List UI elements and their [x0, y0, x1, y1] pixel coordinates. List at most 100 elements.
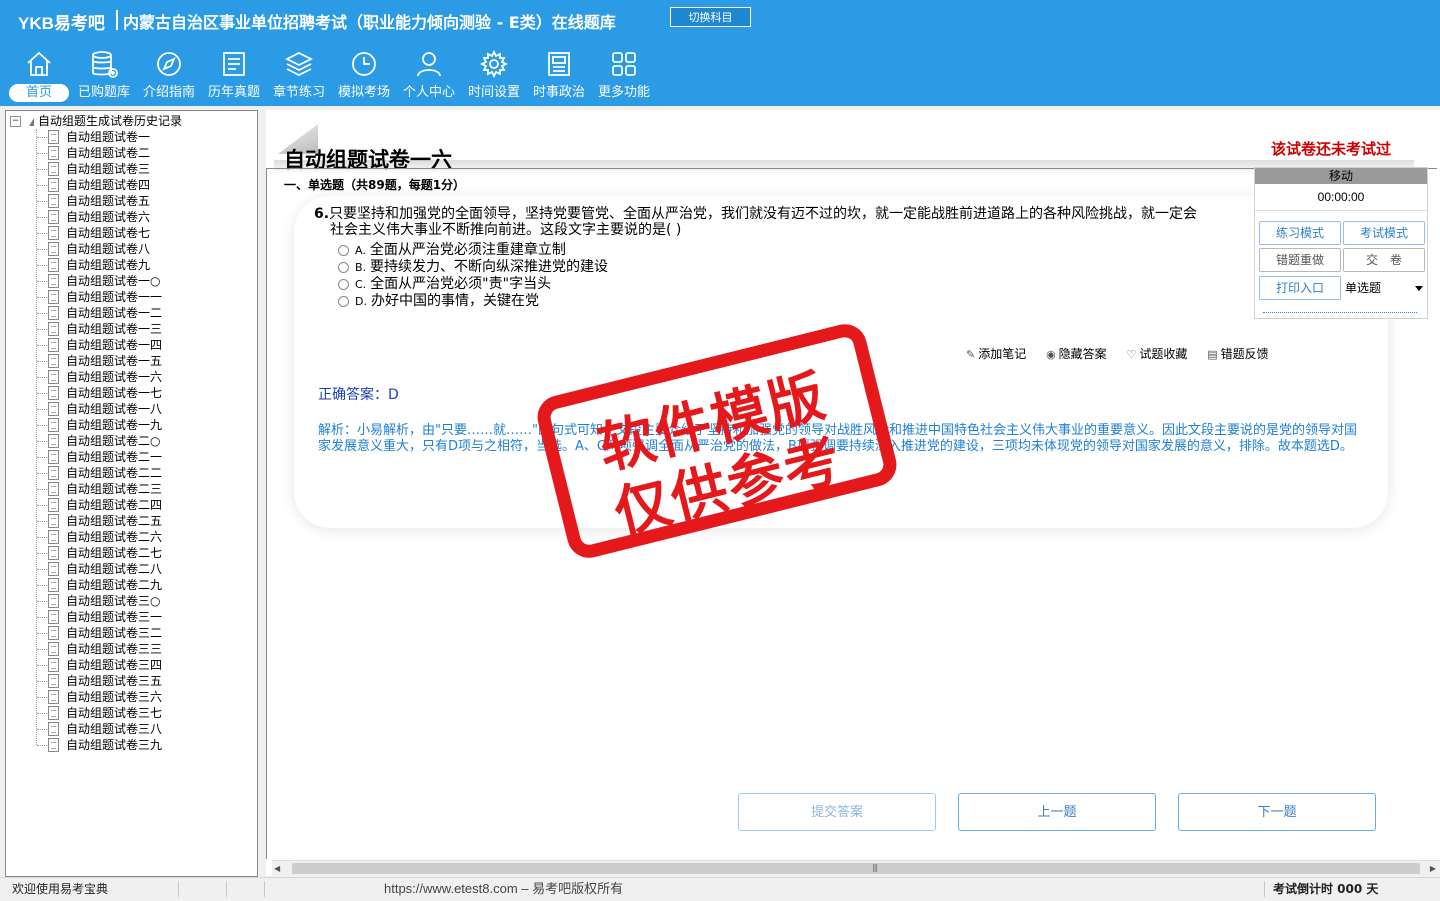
- tree-item[interactable]: 自动组题试卷三二: [6, 625, 162, 641]
- document-icon: [48, 194, 59, 208]
- tree-item[interactable]: 自动组题试卷一四: [6, 337, 162, 353]
- tree-item[interactable]: 自动组题试卷一二: [6, 305, 162, 321]
- radio-icon[interactable]: [338, 295, 349, 307]
- paper-title-bar: 自动组题试卷一六: [274, 124, 1424, 174]
- tree-item[interactable]: 自动组题试卷二六: [6, 529, 162, 545]
- question-type-select[interactable]: 单选题: [1343, 276, 1427, 300]
- tree-item-label: 自动组题试卷三九: [66, 738, 163, 752]
- tree-connector: [37, 217, 47, 218]
- tree-item[interactable]: 自动组题试卷三一: [6, 609, 162, 625]
- nav-time-settings-label: 时间设置: [467, 85, 520, 100]
- tree-item-label: 自动组题试卷三: [66, 162, 151, 176]
- option-c[interactable]: C. 全面从严治党必须"责"字当头: [338, 276, 608, 293]
- tree-item[interactable]: 自动组题试卷二九: [6, 577, 162, 593]
- option-d[interactable]: D. 办好中国的事情，关键在党: [338, 293, 608, 310]
- tree-item[interactable]: 自动组题试卷一八: [6, 401, 162, 417]
- tree-item-label: 自动组题试卷二二: [66, 466, 163, 480]
- hide-answer-button[interactable]: ◉ 隐藏答案: [1046, 347, 1107, 361]
- tree-item-label: 自动组题试卷八: [66, 242, 151, 256]
- tree-item[interactable]: 自动组题试卷一六: [6, 369, 162, 385]
- nav-personal-center[interactable]: 个人中心: [398, 46, 460, 104]
- exam-mode-button[interactable]: 考试模式: [1343, 221, 1425, 245]
- redo-wrong-button[interactable]: 错题重做: [1259, 248, 1341, 272]
- tree-connector: [37, 457, 47, 458]
- practice-mode-button[interactable]: 练习模式: [1259, 221, 1341, 245]
- nav-time-settings[interactable]: 时间设置: [463, 46, 525, 104]
- submit-answer-button[interactable]: 提交答案: [738, 793, 936, 831]
- radio-icon[interactable]: [338, 244, 349, 256]
- nav-current-affairs[interactable]: 时事政治: [528, 46, 590, 104]
- tree-item[interactable]: 自动组题试卷二一: [6, 449, 162, 465]
- report-error-button[interactable]: ▤ 错题反馈: [1207, 347, 1268, 361]
- tree-item[interactable]: 自动组题试卷二二: [6, 465, 162, 481]
- tree-item[interactable]: 自动组题试卷二三: [6, 481, 162, 497]
- tree-item[interactable]: 自动组题试卷三六: [6, 689, 162, 705]
- nav-chapter-practice[interactable]: 章节练习: [268, 46, 330, 104]
- nav-mock-exam[interactable]: 模拟考场: [333, 46, 395, 104]
- tree-item[interactable]: 自动组题试卷二七: [6, 545, 162, 561]
- tree-item[interactable]: 自动组题试卷一: [6, 129, 162, 145]
- tree-item-label: 自动组题试卷二三: [66, 482, 163, 496]
- tree-item[interactable]: 自动组题试卷一○: [6, 273, 162, 289]
- radio-icon[interactable]: [338, 278, 349, 290]
- tree-item[interactable]: 自动组题试卷一七: [6, 385, 162, 401]
- switch-subject-button[interactable]: 切换科目: [670, 7, 751, 27]
- tree-item[interactable]: 自动组题试卷四: [6, 177, 162, 193]
- tree-item[interactable]: 自动组题试卷一五: [6, 353, 162, 369]
- collapse-icon[interactable]: −: [10, 116, 21, 127]
- tree-item[interactable]: 自动组题试卷一九: [6, 417, 162, 433]
- tree-item[interactable]: 自动组题试卷三三: [6, 641, 162, 657]
- tree-item[interactable]: 自动组题试卷五: [6, 193, 162, 209]
- scroll-thumb[interactable]: |||: [292, 863, 1420, 874]
- tree-item[interactable]: 自动组题试卷九: [6, 257, 162, 273]
- document-icon: [48, 738, 59, 752]
- tree-item[interactable]: 自动组题试卷二四: [6, 497, 162, 513]
- tree-item[interactable]: 自动组题试卷三四: [6, 657, 162, 673]
- prev-question-button[interactable]: 上一题: [958, 793, 1156, 831]
- tree-root[interactable]: − 自动组题生成试卷历史记录: [10, 113, 182, 129]
- print-button[interactable]: 打印入口: [1259, 276, 1341, 300]
- radio-icon[interactable]: [338, 261, 349, 273]
- option-b[interactable]: B. 要持续发力、不断向纵深推进党的建设: [338, 259, 608, 276]
- document-icon: [48, 274, 59, 288]
- scroll-right-icon[interactable]: ▶: [1430, 864, 1436, 873]
- tree-item[interactable]: 自动组题试卷一一: [6, 289, 162, 305]
- tree-item-label: 自动组题试卷三六: [66, 690, 163, 704]
- add-note-button[interactable]: ✎ 添加笔记: [966, 347, 1026, 361]
- tree-item[interactable]: 自动组题试卷三五: [6, 673, 162, 689]
- tree-item[interactable]: 自动组题试卷六: [6, 209, 162, 225]
- tree-item[interactable]: 自动组题试卷一三: [6, 321, 162, 337]
- tree-item[interactable]: 自动组题试卷二○: [6, 433, 162, 449]
- app-logo: YKB易考吧: [18, 14, 105, 33]
- document-icon: [48, 674, 59, 688]
- tree-item[interactable]: 自动组题试卷三○: [6, 593, 162, 609]
- document-icon: [48, 338, 59, 352]
- grip-icon: |||: [872, 863, 878, 872]
- tree-connector: [37, 329, 47, 330]
- status-divider: [178, 881, 179, 897]
- horizontal-scrollbar[interactable]: ◀ ||| ▶: [272, 860, 1440, 877]
- hand-in-button[interactable]: 交 卷: [1343, 248, 1425, 272]
- nav-purchased[interactable]: 已购题库: [73, 46, 135, 104]
- tree-item[interactable]: 自动组题试卷三: [6, 161, 162, 177]
- tree-item[interactable]: 自动组题试卷三九: [6, 737, 162, 753]
- compass-icon: [157, 52, 181, 76]
- next-question-button[interactable]: 下一题: [1178, 793, 1376, 831]
- status-divider: [226, 881, 227, 897]
- tree-item[interactable]: 自动组题试卷二八: [6, 561, 162, 577]
- nav-guide[interactable]: 介绍指南: [138, 46, 200, 104]
- nav-past-exams[interactable]: 历年真题: [203, 46, 265, 104]
- tree-item[interactable]: 自动组题试卷二: [6, 145, 162, 161]
- tree-item[interactable]: 自动组题试卷二五: [6, 513, 162, 529]
- favorite-button[interactable]: ♡ 试题收藏: [1127, 347, 1188, 361]
- tree-item[interactable]: 自动组题试卷八: [6, 241, 162, 257]
- app-header: YKB易考吧 内蒙古自治区事业单位招聘考试（职业能力倾向测验 - E类）在线题库…: [0, 0, 1440, 106]
- nav-home[interactable]: 首页: [8, 46, 70, 104]
- tree-item[interactable]: 自动组题试卷七: [6, 225, 162, 241]
- scroll-left-icon[interactable]: ◀: [274, 864, 280, 873]
- tree-item[interactable]: 自动组题试卷三八: [6, 721, 162, 737]
- panel-move-handle[interactable]: 移动: [1255, 168, 1427, 184]
- nav-more[interactable]: 更多功能: [593, 46, 655, 104]
- tree-item[interactable]: 自动组题试卷三七: [6, 705, 162, 721]
- option-a[interactable]: A. 全面从严治党必须注重建章立制: [338, 242, 608, 259]
